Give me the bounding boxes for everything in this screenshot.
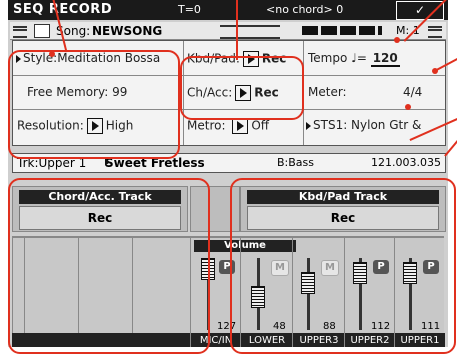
menu-grip-icon[interactable] (13, 26, 27, 38)
tempo-note-icon: ♩= (351, 51, 367, 65)
metro-select-button[interactable] (232, 118, 249, 134)
title-bar: SEQ RECORD T=0 <no chord> 0 ✓ (8, 0, 448, 20)
callout-dot-tempo (432, 68, 438, 74)
menu-grip-icon-right[interactable] (428, 26, 442, 38)
sound-arrow-icon (105, 158, 110, 166)
chord-indicator: <no chord> 0 (266, 3, 344, 16)
page-title: SEQ RECORD (13, 2, 113, 17)
meter-field[interactable]: Meter: 4/4 (308, 85, 422, 99)
callout-dot-style (49, 51, 55, 57)
tempo-value[interactable]: 120 (370, 51, 400, 67)
song-name: NEWSONG (92, 24, 163, 38)
callout-style-area (8, 50, 180, 159)
sts-field[interactable]: STS1: Nylon Gtr & (306, 118, 421, 132)
exit-button[interactable]: ✓ (396, 1, 444, 20)
callout-kbd-track (230, 178, 456, 354)
song-position: 121.003.035 (371, 156, 441, 169)
callout-line-kbd (236, 0, 238, 60)
tempo-field[interactable]: Tempo ♩= 120 (308, 51, 400, 67)
meter-blocks (302, 26, 382, 35)
sts-value: STS1: Nylon Gtr & (313, 118, 422, 132)
tempo-bar-icon (220, 25, 280, 39)
time-signature-indicator: T=0 (178, 3, 201, 16)
callout-dot-meter (405, 104, 411, 110)
song-icon (34, 24, 50, 38)
callout-chord-track (8, 178, 210, 354)
song-bar: Song: NEWSONG M: 1 (10, 22, 446, 40)
bass-indicator: B:Bass (277, 156, 315, 169)
metro-value: Off (251, 118, 270, 133)
sts-arrow-icon (306, 121, 311, 130)
metro-field: Metro: Off (187, 118, 270, 134)
callout-dot-exit (394, 37, 400, 43)
callout-kbd-chacc (180, 56, 304, 120)
meter-value: 4/4 (403, 85, 423, 99)
